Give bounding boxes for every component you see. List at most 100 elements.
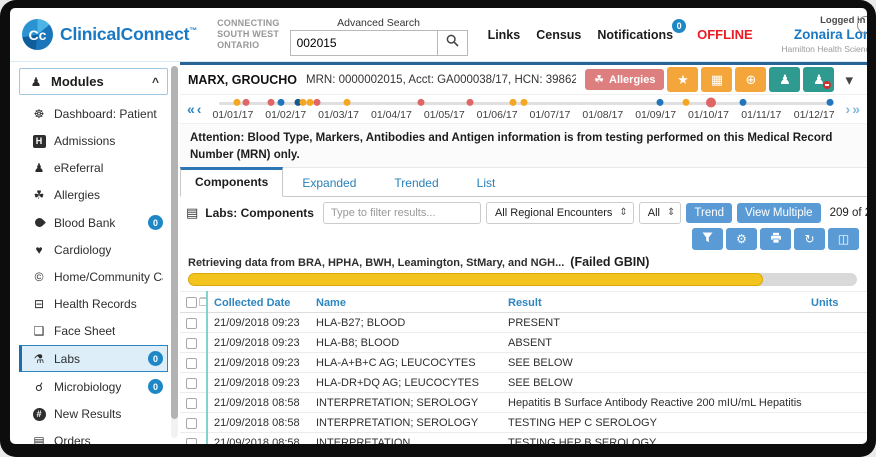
timeline-next-button[interactable]: › [846,101,851,117]
tab-trended[interactable]: Trended [375,170,457,196]
sidebar-items: ☸ Dashboard: Patient H Admissions ♟ eReferral… [19,101,168,444]
timeline-date[interactable]: 01/11/17 [735,109,788,121]
encounter-select[interactable]: All Regional Encounters ⇕ [485,201,634,224]
sidebar-item-admissions[interactable]: H Admissions [19,128,168,154]
table-row[interactable]: 21/09/2018 09:23 HLA-A+B+C AG; LEUCOCYTES… [180,352,867,373]
table-row[interactable]: 21/09/2018 09:23 HLA-DR+DQ AG; LEUCOCYTES… [180,372,867,393]
clinicalconnect-logo: Cc ClinicalConnect™ [22,19,197,50]
nav-links[interactable]: Links [488,28,521,42]
patient-name: MARX, GROUCHO [188,72,298,87]
cell-name: HLA-A+B+C AG; LEUCOCYTES [310,352,502,373]
sidebar-item-labs[interactable]: ⚗ Labs 0 [19,345,168,372]
cell-d [863,332,867,353]
row-checkbox[interactable] [186,357,197,369]
filter-input[interactable] [322,201,481,224]
user-name-link[interactable]: Zonaira Lone [763,27,867,44]
filter-button[interactable] [692,228,723,250]
sidebar-item-cardiology[interactable]: ♥ Cardiology [19,237,168,263]
row-checkbox[interactable] [186,377,197,389]
row-checkbox[interactable] [186,317,197,329]
trend-button[interactable]: Trend [686,202,733,223]
flask-icon: ⚗ [33,351,45,366]
result-count: 209 of 209 [829,206,867,219]
banner-chevron-down-icon[interactable]: ▾ [837,71,861,89]
timeline-prev-button[interactable]: ‹ [197,101,202,117]
settings-button[interactable]: ⚙ [726,228,757,250]
calculator-button[interactable]: ▦ [701,67,733,92]
print-button[interactable] [760,228,791,250]
timeline-date[interactable]: 01/09/17 [629,109,682,121]
search-input[interactable] [289,30,438,56]
col-d[interactable]: D [863,291,867,313]
select-all-checkbox[interactable] [186,297,197,308]
sidebar-item-orders[interactable]: ▤ Orders [19,428,168,444]
select-arrows-icon: ⇕ [619,207,628,218]
table-row[interactable]: 21/09/2018 08:58 INTERPRETATION; SEROLOGY… [180,392,867,413]
modules-title: Modules [51,74,104,89]
refresh-button[interactable]: ↻ [794,228,825,250]
allergies-button-label: Allergies [609,73,656,86]
copy-icon[interactable]: ❐ [199,297,207,309]
timeline-dot [306,98,314,106]
sidebar-item-allergies[interactable]: ☘ Allergies [19,182,168,208]
patient-info-button[interactable]: ♟ [769,67,801,92]
advanced-search-link[interactable]: Advanced Search [290,17,468,29]
col-result[interactable]: Result [502,291,805,313]
col-name[interactable]: Name [310,291,502,313]
table-row[interactable]: 21/09/2018 09:23 HLA-B8; BLOOD ABSENT [180,332,867,353]
col-collected-date[interactable]: Collected Date [206,291,310,313]
cell-units [805,412,863,433]
timeline-date[interactable]: 01/07/17 [524,109,577,121]
timeline-last-button[interactable]: » [852,101,860,117]
tab-components[interactable]: Components [180,167,284,197]
nav-notifications[interactable]: Notifications 0 [597,18,687,42]
timeline-date[interactable]: 01/01/17 [206,109,259,121]
allergies-button[interactable]: ☘ Allergies [585,69,665,90]
row-checkbox[interactable] [186,337,197,349]
sidebar-item-microbiology[interactable]: ☌ Microbiology 0 [19,373,168,400]
timeline-date[interactable]: 01/12/17 [788,109,841,121]
search-button[interactable] [437,30,468,56]
table-row[interactable]: 21/09/2018 08:58 INTERPRETATION TESTING HE… [180,432,867,444]
timeline-dot [705,97,716,108]
row-checkbox[interactable] [186,417,197,429]
favorites-button[interactable]: ★ [667,67,699,92]
sidebar-item-dashboard-patient[interactable]: ☸ Dashboard: Patient [19,101,168,127]
timeline-date[interactable]: 01/03/17 [312,109,365,121]
timeline-first-button[interactable]: « [187,101,195,117]
timeline-date[interactable]: 01/08/17 [576,109,629,121]
tab-list[interactable]: List [458,170,515,196]
row-checkbox[interactable] [186,397,197,409]
cell-collected-date: 21/09/2018 08:58 [206,412,310,433]
table-row[interactable]: 21/09/2018 09:23 HLA-B27; BLOOD PRESENT [180,312,867,333]
sidebar-item-ereferral[interactable]: ♟ eReferral [19,155,168,181]
timeline-date[interactable]: 01/10/17 [682,109,735,121]
collapse-chevron-up-icon[interactable]: ^ [152,75,159,89]
timeline-date[interactable]: 01/05/17 [418,109,471,121]
cell-name: HLA-B27; BLOOD [310,312,502,333]
regional-data-button[interactable]: ⊕ [735,67,767,92]
person-icon: ♟ [779,71,791,87]
cell-units [805,332,863,353]
cell-name: HLA-DR+DQ AG; LEUCOCYTES [310,372,502,393]
modules-header[interactable]: ♟ Modules ^ [19,68,168,95]
sidebar-item-face-sheet[interactable]: ❑ Face Sheet [19,318,168,344]
sidebar-item-home-community-care[interactable]: © Home/Community Care [19,264,168,290]
logo-icon: Cc [22,19,53,50]
timeline-date[interactable]: 01/04/17 [365,109,418,121]
nav-census[interactable]: Census [536,28,581,42]
timeline-date[interactable]: 01/02/17 [259,109,312,121]
view-multiple-button[interactable]: View Multiple [737,202,821,223]
remove-patient-button[interactable]: ♟ [803,67,835,92]
split-view-button[interactable]: ◫ [828,228,859,250]
timeline-date[interactable]: 01/06/17 [471,109,524,121]
table-row[interactable]: 21/09/2018 08:58 INTERPRETATION; SEROLOGY… [180,412,867,433]
row-checkbox[interactable] [186,437,197,444]
scope-select[interactable]: All ⇕ [638,201,682,224]
sidebar-scrollbar-thumb[interactable] [171,66,178,420]
sidebar-item-blood-bank[interactable]: Blood Bank 0 [19,209,168,236]
sidebar-item-new-results[interactable]: # New Results [19,401,168,427]
col-units[interactable]: Units [805,291,863,313]
sidebar-item-health-records[interactable]: ⊟ Health Records [19,291,168,317]
tab-expanded[interactable]: Expanded [283,170,375,196]
